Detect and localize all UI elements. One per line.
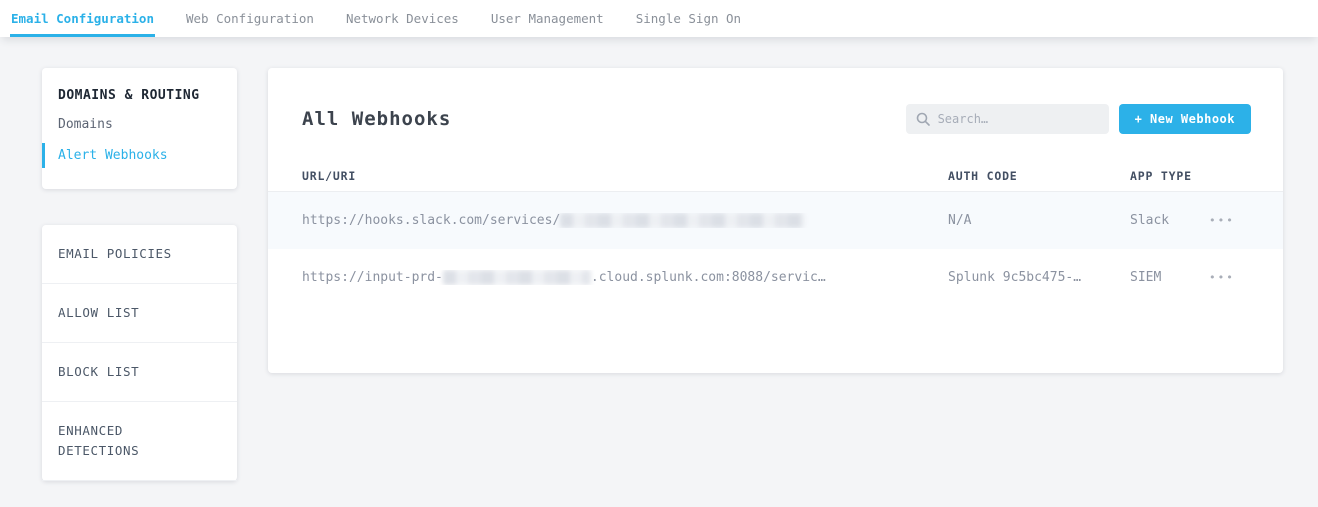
top-navigation: Email Configuration Web Configuration Ne…: [0, 0, 1318, 37]
row-actions-menu-button[interactable]: •••: [1207, 267, 1237, 288]
panel-header: All Webhooks + New Webhook: [268, 68, 1283, 134]
sidebar-section-label: ALLOW LIST: [58, 303, 139, 323]
nav-tab[interactable]: User Management: [490, 0, 605, 37]
auth-code: N/A: [948, 213, 1130, 228]
search-icon: [916, 112, 930, 126]
column-header-app-type: APP TYPE: [1130, 169, 1207, 183]
webhooks-panel: All Webhooks + New Webhook URL/URI AUTH …: [268, 68, 1283, 373]
sidebar-nav-item[interactable]: Domains: [42, 109, 237, 140]
nav-tab[interactable]: Network Devices: [345, 0, 460, 37]
new-webhook-button[interactable]: + New Webhook: [1119, 104, 1251, 134]
app-type: SIEM: [1130, 270, 1207, 285]
nav-tab[interactable]: Single Sign On: [635, 0, 742, 37]
row-actions-menu-button[interactable]: •••: [1207, 210, 1237, 231]
search-box[interactable]: [906, 104, 1109, 134]
column-header-auth-code: AUTH CODE: [948, 169, 1130, 183]
sidebar-domains-routing: DOMAINS & ROUTING Domains Alert Webhooks: [42, 68, 237, 189]
nav-tab-label: Network Devices: [346, 11, 459, 26]
table-row[interactable]: https://hooks.slack.com/services/ N/A Sl…: [268, 192, 1283, 249]
sidebar-section-label: BLOCK LIST: [58, 362, 139, 382]
sidebar-nav-item-label: Alert Webhooks: [58, 148, 168, 163]
url-visible-suffix: .cloud.splunk.com:8088/servic…: [591, 270, 826, 285]
nav-tab-label: Email Configuration: [11, 11, 154, 26]
column-header-url: URL/URI: [302, 169, 948, 183]
table-row[interactable]: https://input-prd- .cloud.splunk.com:8088…: [268, 249, 1283, 306]
nav-tab-label: User Management: [491, 11, 604, 26]
app-type: Slack: [1130, 213, 1207, 228]
webhook-url: https://hooks.slack.com/services/: [302, 213, 948, 228]
url-visible-prefix: https://input-prd-: [302, 270, 443, 285]
nav-tab-label: Web Configuration: [186, 11, 314, 26]
sidebar-section-item[interactable]: ENHANCED DETECTIONS: [42, 402, 237, 481]
table-header: URL/URI AUTH CODE APP TYPE: [268, 161, 1283, 192]
page-title: All Webhooks: [302, 108, 906, 130]
sidebar-section-item[interactable]: BLOCK LIST: [42, 343, 237, 402]
nav-tab[interactable]: Web Configuration: [185, 0, 315, 37]
auth-code: Splunk 9c5bc475-…: [948, 270, 1130, 285]
nav-tab-label: Single Sign On: [636, 11, 741, 26]
sidebar-section-item[interactable]: ALLOW LIST: [42, 284, 237, 343]
search-input[interactable]: [938, 112, 1099, 126]
url-visible-prefix: https://hooks.slack.com/services/: [302, 213, 560, 228]
sidebar-section-item[interactable]: EMAIL POLICIES: [42, 225, 237, 284]
sidebar-heading: DOMAINS & ROUTING: [42, 88, 237, 109]
sidebar-section-label: EMAIL POLICIES: [58, 244, 172, 264]
sidebar-nav-item[interactable]: Alert Webhooks: [42, 140, 237, 171]
nav-tab[interactable]: Email Configuration: [10, 0, 155, 37]
sidebar-section-label: ENHANCED DETECTIONS: [58, 421, 198, 461]
sidebar-sections: EMAIL POLICIES ALLOW LIST BLOCK LIST ENH…: [42, 225, 237, 481]
redacted-url-segment: [443, 270, 591, 285]
webhook-url: https://input-prd- .cloud.splunk.com:8088…: [302, 270, 948, 285]
sidebar-nav-item-label: Domains: [58, 117, 113, 132]
redacted-url-segment: [560, 213, 805, 228]
